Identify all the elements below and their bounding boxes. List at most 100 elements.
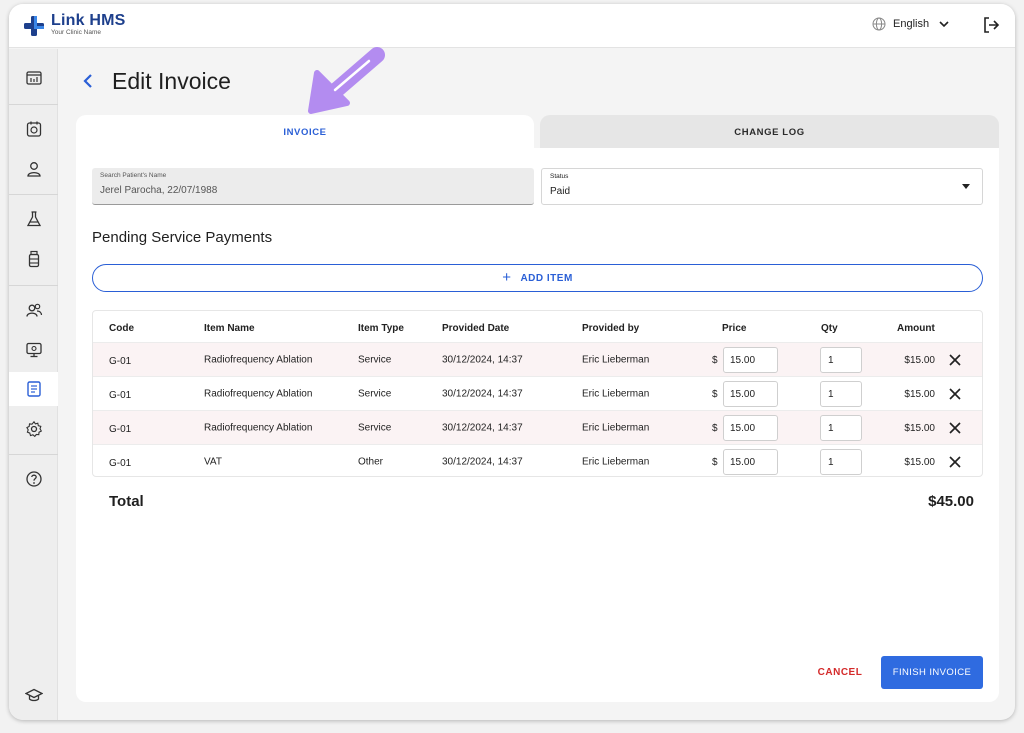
column-header-item-name: Item Name xyxy=(204,323,255,334)
qty-input[interactable]: 1 xyxy=(820,381,862,407)
table-row: G-01 Radiofrequency Ablation Service 30/… xyxy=(93,376,982,410)
invoice-icon xyxy=(26,381,41,397)
column-header-price: Price xyxy=(722,323,747,334)
sidebar-item-training[interactable] xyxy=(9,678,58,712)
row-item-name: Radiofrequency Ablation xyxy=(204,388,313,399)
sidebar-item-appointments[interactable] xyxy=(9,112,58,146)
back-chevron-icon[interactable] xyxy=(80,71,96,91)
row-item-name: Radiofrequency Ablation xyxy=(204,354,313,365)
app-window: Link HMS Your Clinic Name English Edit I… xyxy=(9,4,1015,720)
row-provided-date: 30/12/2024, 14:37 xyxy=(442,354,523,365)
lab-flask-icon xyxy=(26,211,41,227)
row-amount: $15.00 xyxy=(904,423,935,434)
finish-invoice-button[interactable]: FINISH INVOICE xyxy=(881,656,983,689)
logout-icon[interactable] xyxy=(982,16,1000,34)
row-provided-date: 30/12/2024, 14:37 xyxy=(442,422,523,433)
remove-item-close-icon[interactable] xyxy=(949,388,961,400)
row-code: G-01 xyxy=(109,458,132,469)
column-header-provided-by: Provided by xyxy=(582,323,640,334)
currency-symbol: $ xyxy=(712,389,718,400)
users-group-icon xyxy=(25,303,42,317)
row-item-name: VAT xyxy=(204,456,222,467)
row-amount: $15.00 xyxy=(904,389,935,400)
qty-input[interactable]: 1 xyxy=(820,347,862,373)
row-code: G-01 xyxy=(109,424,132,435)
page-title: Edit Invoice xyxy=(112,68,231,94)
sidebar-item-settings[interactable] xyxy=(9,412,58,446)
settings-icon xyxy=(25,420,42,438)
row-amount: $15.00 xyxy=(904,457,935,468)
tab-invoice[interactable]: INVOICE xyxy=(76,115,534,149)
qty-input[interactable]: 1 xyxy=(820,449,862,475)
row-item-type: Service xyxy=(358,422,392,433)
row-amount: $15.00 xyxy=(904,355,935,366)
section-title: Pending Service Payments xyxy=(92,229,273,246)
remove-item-close-icon[interactable] xyxy=(949,354,961,366)
row-item-type: Other xyxy=(358,456,384,467)
patient-search-field[interactable]: Search Patient's Name Jerel Parocha, 22/… xyxy=(92,168,534,205)
row-provided-by: Eric Lieberman xyxy=(582,422,650,433)
sidebar-item-lab[interactable] xyxy=(9,202,58,236)
row-provided-by: Eric Lieberman xyxy=(582,456,650,467)
logo-cross-icon xyxy=(23,15,45,37)
price-input[interactable]: 15.00 xyxy=(723,415,778,441)
column-header-code: Code xyxy=(109,323,134,334)
currency-symbol: $ xyxy=(712,457,718,468)
price-input[interactable]: 15.00 xyxy=(723,381,778,407)
logo[interactable]: Link HMS Your Clinic Name xyxy=(23,13,126,37)
dropdown-caret-icon xyxy=(962,184,970,189)
row-item-type: Service xyxy=(358,354,392,365)
monitor-icon xyxy=(25,342,42,358)
price-input[interactable]: 15.00 xyxy=(723,347,778,373)
graduation-cap-icon xyxy=(24,688,43,702)
language-label: English xyxy=(893,18,930,30)
row-item-name: Radiofrequency Ablation xyxy=(204,422,313,433)
app-name: Link HMS xyxy=(51,12,126,29)
chevron-down-icon xyxy=(939,20,949,27)
globe-icon xyxy=(872,17,886,31)
qty-input[interactable]: 1 xyxy=(820,415,862,441)
annotation-arrow-icon xyxy=(308,47,385,114)
total-label: Total xyxy=(109,493,144,510)
sidebar-item-monitor[interactable] xyxy=(9,333,58,367)
row-provided-date: 30/12/2024, 14:37 xyxy=(442,388,523,399)
currency-symbol: $ xyxy=(712,423,718,434)
cancel-button[interactable]: CANCEL xyxy=(809,662,871,682)
table-row: G-01 VAT Other 30/12/2024, 14:37 Eric Li… xyxy=(93,444,982,476)
sidebar-item-patients[interactable] xyxy=(9,152,58,186)
column-header-provided-date: Provided Date xyxy=(442,323,510,334)
sidebar-item-dashboard[interactable] xyxy=(9,61,58,95)
sidebar-item-invoices[interactable] xyxy=(9,372,58,406)
add-item-button[interactable]: + ADD ITEM xyxy=(92,264,983,292)
sidebar-item-staff[interactable] xyxy=(9,293,58,327)
patient-icon xyxy=(26,162,41,177)
table-row: G-01 Radiofrequency Ablation Service 30/… xyxy=(93,410,982,444)
remove-item-close-icon[interactable] xyxy=(949,456,961,468)
sidebar-item-help[interactable] xyxy=(9,462,58,496)
tab-change-log[interactable]: CHANGE LOG xyxy=(540,115,999,149)
remove-item-close-icon[interactable] xyxy=(949,422,961,434)
status-select[interactable]: Status Paid xyxy=(541,168,983,205)
row-code: G-01 xyxy=(109,390,132,401)
calendar-icon xyxy=(26,121,41,137)
sidebar xyxy=(9,49,58,720)
plus-icon: + xyxy=(502,268,512,286)
row-item-type: Service xyxy=(358,388,392,399)
top-bar: Link HMS Your Clinic Name English xyxy=(9,4,1015,48)
status-label: Status xyxy=(550,173,569,180)
help-icon xyxy=(25,471,42,487)
patient-search-label: Search Patient's Name xyxy=(100,172,167,179)
column-header-qty: Qty xyxy=(821,323,838,334)
add-item-label: ADD ITEM xyxy=(520,272,573,284)
sidebar-item-pharmacy[interactable] xyxy=(9,242,58,276)
table-header: Code Item Name Item Type Provided Date P… xyxy=(93,311,982,342)
row-code: G-01 xyxy=(109,356,132,367)
price-input[interactable]: 15.00 xyxy=(723,449,778,475)
total-value: $45.00 xyxy=(928,493,974,510)
currency-symbol: $ xyxy=(712,355,718,366)
row-provided-by: Eric Lieberman xyxy=(582,354,650,365)
row-provided-date: 30/12/2024, 14:37 xyxy=(442,456,523,467)
language-selector[interactable]: English xyxy=(872,17,956,31)
table-row: G-01 Radiofrequency Ablation Service 30/… xyxy=(93,342,982,376)
patient-search-value: Jerel Parocha, 22/07/1988 xyxy=(100,185,218,196)
